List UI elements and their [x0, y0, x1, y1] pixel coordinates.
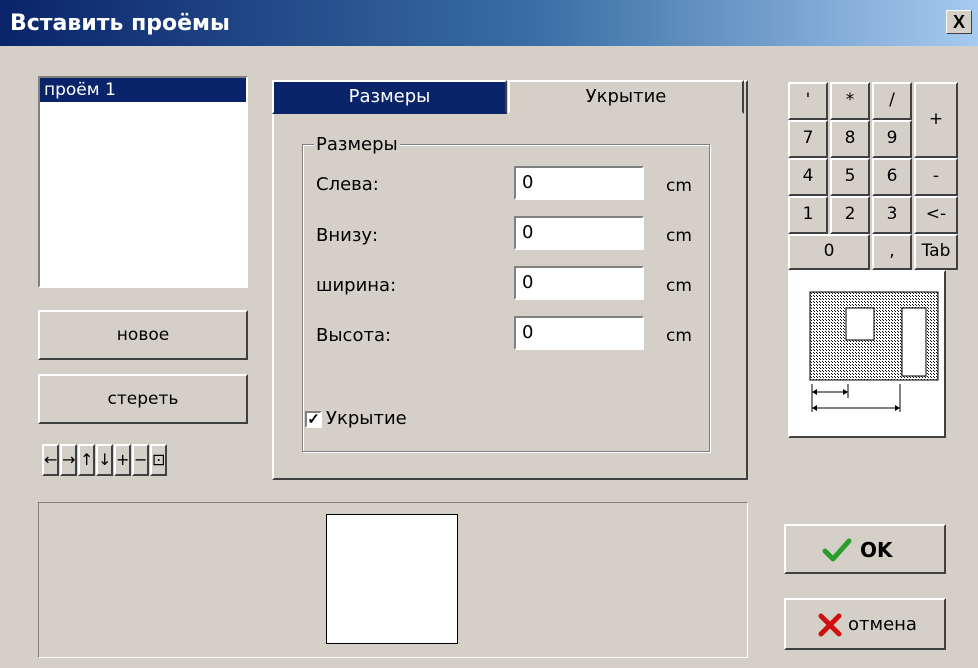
move-left-button[interactable]: ← — [42, 444, 59, 476]
ok-button[interactable]: OK — [784, 524, 946, 574]
cover-checkbox-label: Укрытие — [326, 408, 407, 429]
keypad-3[interactable]: 3 — [872, 196, 912, 234]
new-button[interactable]: новое — [38, 310, 248, 360]
list-item[interactable]: проём 1 — [40, 78, 246, 102]
keypad-comma[interactable]: , — [872, 234, 912, 270]
bottom-input[interactable]: 0 — [514, 216, 644, 250]
move-up-button[interactable]: ↑ — [78, 444, 95, 476]
tab-sizes[interactable]: Размеры — [272, 80, 507, 114]
keypad-multiply[interactable]: * — [830, 82, 870, 120]
height-unit: cm — [666, 326, 692, 346]
width-unit: cm — [666, 276, 692, 296]
keypad-9[interactable]: 9 — [872, 120, 912, 158]
height-label: Высота: — [316, 325, 392, 346]
delete-button[interactable]: стереть — [38, 374, 248, 424]
opening-diagram — [788, 270, 946, 438]
keypad-2[interactable]: 2 — [830, 196, 870, 234]
sizes-group-title: Размеры — [314, 134, 400, 155]
window-title: Вставить проёмы — [10, 11, 230, 36]
check-icon — [822, 538, 852, 562]
left-unit: cm — [666, 176, 692, 196]
width-label: ширина: — [316, 275, 397, 296]
keypad-1[interactable]: 1 — [788, 196, 828, 234]
cancel-button[interactable]: отмена — [784, 598, 946, 650]
bottom-label: Внизу: — [316, 225, 379, 246]
tab-cover[interactable]: Укрытие — [508, 80, 744, 114]
cancel-label: отмена — [848, 614, 917, 635]
zoom-in-button[interactable]: + — [114, 444, 131, 476]
zoom-out-button[interactable]: − — [132, 444, 149, 476]
left-label: Слева: — [316, 174, 379, 195]
height-input[interactable]: 0 — [514, 316, 644, 350]
move-down-button[interactable]: ↓ — [96, 444, 113, 476]
width-input[interactable]: 0 — [514, 266, 644, 300]
keypad-minus[interactable]: - — [914, 158, 958, 196]
keypad-4[interactable]: 4 — [788, 158, 828, 196]
cover-checkbox[interactable]: ✓ — [305, 411, 322, 428]
insert-openings-dialog: Вставить проёмы X проём 1 новое стереть … — [0, 0, 978, 668]
fit-view-button[interactable]: ⊡ — [150, 444, 167, 476]
keypad-backspace[interactable]: <- — [914, 196, 958, 234]
keypad-tab[interactable]: Tab — [914, 234, 958, 270]
opening-preview — [326, 514, 458, 644]
ok-label: OK — [860, 538, 893, 562]
x-icon — [818, 613, 842, 637]
move-right-button[interactable]: → — [60, 444, 77, 476]
keypad-6[interactable]: 6 — [872, 158, 912, 196]
keypad-0[interactable]: 0 — [788, 234, 870, 270]
left-input[interactable]: 0 — [514, 166, 644, 200]
keypad-plus[interactable]: + — [914, 82, 958, 158]
openings-list[interactable]: проём 1 — [38, 76, 248, 288]
keypad-apostrophe[interactable]: ' — [788, 82, 828, 120]
bottom-unit: cm — [666, 226, 692, 246]
wall-opening-icon — [809, 291, 939, 412]
keypad-8[interactable]: 8 — [830, 120, 870, 158]
keypad-5[interactable]: 5 — [830, 158, 870, 196]
close-button[interactable]: X — [946, 10, 972, 34]
keypad-divide[interactable]: / — [872, 82, 912, 120]
title-bar: Вставить проёмы X — [0, 0, 978, 46]
keypad-7[interactable]: 7 — [788, 120, 828, 158]
